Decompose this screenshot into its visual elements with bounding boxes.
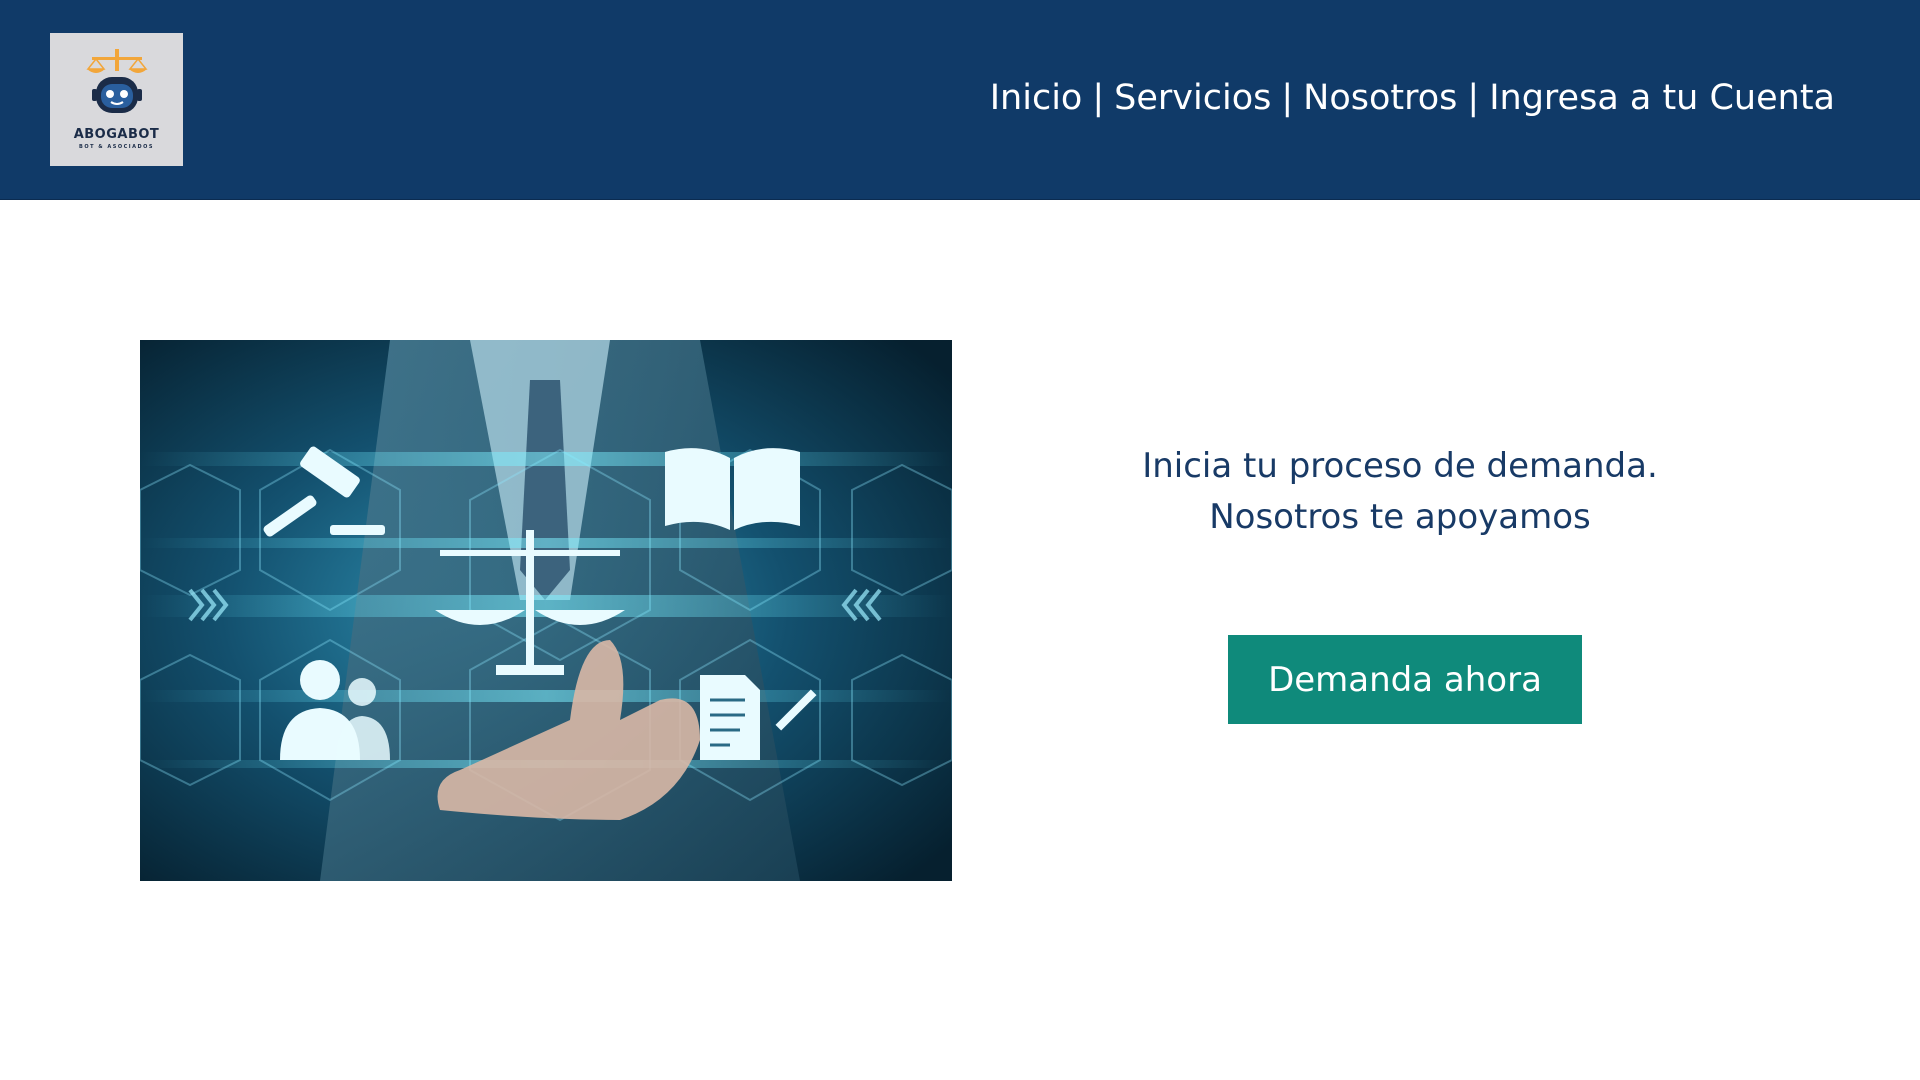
nav-separator: | xyxy=(1467,78,1480,118)
tagline-line-1: Inicia tu proceso de demanda. xyxy=(1142,446,1658,486)
logo[interactable]: ABOGABOT BOT & ASOCIADOS xyxy=(50,33,183,166)
site-header: ABOGABOT BOT & ASOCIADOS Inicio | Servicio… xyxy=(0,0,1920,200)
logo-title: ABOGABOT xyxy=(73,127,160,142)
nav-separator: | xyxy=(1281,78,1294,118)
legal-technology-illustration xyxy=(140,340,952,881)
nav-separator: | xyxy=(1092,78,1105,118)
demanda-ahora-button[interactable]: Demanda ahora xyxy=(1228,635,1582,724)
robot-scale-icon xyxy=(86,49,148,113)
nav-link-nosotros[interactable]: Nosotros xyxy=(1303,78,1457,118)
main-nav: Inicio | Servicios | Nosotros | Ingresa a tu C… xyxy=(990,78,1835,118)
logo-subtitle: BOT & ASOCIADOS xyxy=(79,144,154,150)
nav-link-ingresa-cuenta[interactable]: Ingresa a tu Cuenta xyxy=(1489,78,1835,118)
hero-image xyxy=(140,340,952,881)
tagline-line-2: Nosotros te apoyamos xyxy=(1209,497,1591,537)
nav-link-servicios[interactable]: Servicios xyxy=(1114,78,1271,118)
nav-link-inicio[interactable]: Inicio xyxy=(990,78,1083,118)
hero-tagline: Inicia tu proceso de demanda. Nosotros t… xyxy=(1040,441,1760,543)
